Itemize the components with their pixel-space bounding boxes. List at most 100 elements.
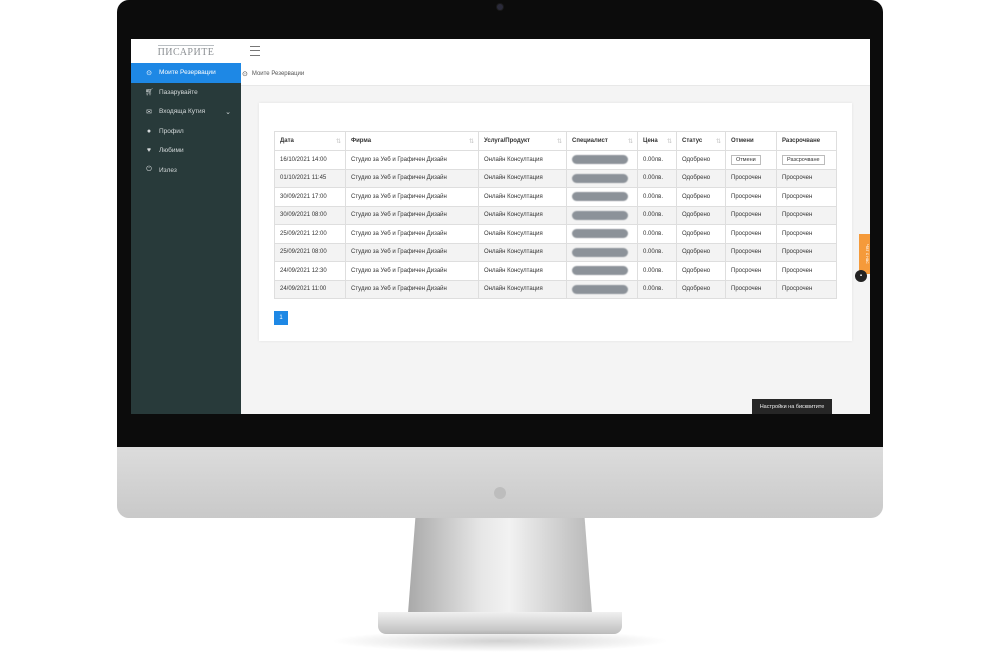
cell-status: Одобрено [676, 150, 726, 170]
logo-text: ПИСАРИТЕ [157, 44, 215, 58]
sidebar-item-label: Моите Резервации [159, 69, 216, 77]
cell-price: 0.00лв. [637, 205, 677, 225]
cell-cancel: Просрочен [725, 168, 777, 188]
sort-icon: ⇅ [627, 139, 633, 145]
hamburger-menu-icon[interactable] [250, 46, 260, 56]
column-header-company[interactable]: Фирма ⇅ [345, 131, 479, 151]
cell-defer: Просрочен [776, 224, 837, 244]
sidebar-item-label: Профил [159, 127, 184, 135]
cell-date: 24/09/2021 12:30 [274, 261, 346, 281]
sort-icon: ⇅ [666, 139, 672, 145]
cell-price: 0.00лв. [637, 279, 677, 299]
redacted-name [572, 229, 628, 239]
cell-defer: Просрочен [776, 187, 837, 207]
column-header-date[interactable]: Дата ⇅ [274, 131, 346, 151]
cell-defer: Просрочен [776, 205, 837, 225]
redacted-name [572, 192, 628, 202]
cell-specialist [566, 224, 638, 244]
table-header-row: Дата ⇅ Фирма ⇅ Услуга/Продукт ⇅ Специалист ⇅… [274, 131, 837, 151]
sort-icon: ⇅ [468, 139, 474, 145]
reservations-card: Дата ⇅ Фирма ⇅ Услуга/Продукт ⇅ Специалист ⇅… [259, 103, 852, 341]
column-header-price[interactable]: Цена ⇅ [637, 131, 677, 151]
cell-company: Студио за Уеб и Графичен Дизайн [345, 168, 479, 188]
cell-defer: Просрочен [776, 279, 837, 299]
cell-status: Одобрено [676, 242, 726, 262]
cell-status: Одобрено [676, 261, 726, 281]
cell-company: Студио за Уеб и Графичен Дизайн [345, 205, 479, 225]
cell-status: Одобрено [676, 187, 726, 207]
cell-specialist [566, 187, 638, 207]
cell-company: Студио за Уеб и Графичен Дизайн [345, 187, 479, 207]
redacted-name [572, 210, 628, 220]
column-header-status[interactable]: Статус ⇅ [676, 131, 726, 151]
cell-date: 01/10/2021 11:45 [274, 168, 346, 188]
cell-service: Онлайн Консултация [478, 224, 567, 244]
table-row: 24/09/2021 12:30 Студио за Уеб и Графиче… [274, 261, 837, 281]
cell-defer: Просрочен [776, 242, 837, 262]
clock-icon: ⊙ [242, 71, 248, 78]
chat-bubble-icon[interactable]: ▪ [855, 270, 867, 282]
sidebar-item-favorites[interactable]: ♥ Любими [131, 141, 241, 161]
cell-date: 25/09/2021 08:00 [274, 242, 346, 262]
cell-status: Одобрено [676, 224, 726, 244]
table-row: 30/09/2021 08:00 Студио за Уеб и Графиче… [274, 205, 837, 225]
sort-icon: ⇅ [335, 139, 341, 145]
clock-icon: ⊙ [146, 69, 152, 77]
top-bar [241, 39, 870, 63]
envelope-icon: ✉ [146, 108, 152, 116]
pagination-page-button[interactable]: 1 [274, 311, 288, 325]
cell-price: 0.00лв. [637, 261, 677, 281]
cell-company: Студио за Уеб и Графичен Дизайн [345, 261, 479, 281]
screen: ПИСАРИТЕ ⊙ Моите Резервации 🛒︎ Пазарувай… [131, 39, 870, 414]
cell-cancel: Просрочен [725, 279, 777, 299]
cell-service: Онлайн Консултация [478, 242, 567, 262]
sidebar-item-profile[interactable]: ● Профил [131, 122, 241, 142]
sort-icon: ⇅ [715, 139, 721, 145]
monitor-chin [117, 447, 883, 518]
cell-price: 0.00лв. [637, 224, 677, 244]
cell-specialist [566, 279, 638, 299]
cell-company: Студио за Уеб и Графичен Дизайн [345, 279, 479, 299]
sidebar-item-shop[interactable]: 🛒︎ Пазарувайте [131, 83, 241, 103]
chevron-down-icon: ⌄ [225, 108, 231, 116]
redacted-name [572, 173, 628, 183]
cell-service: Онлайн Консултация [478, 261, 567, 281]
column-header-service[interactable]: Услуга/Продукт ⇅ [478, 131, 567, 151]
cell-cancel: Просрочен [725, 261, 777, 281]
cell-cancel: Просрочен [725, 205, 777, 225]
cell-price: 0.00лв. [637, 150, 677, 170]
cell-service: Онлайн Консултация [478, 205, 567, 225]
user-icon: ● [146, 127, 152, 135]
cell-date: 16/10/2021 14:00 [274, 150, 346, 170]
table-row: 25/09/2021 12:00 Студио за Уеб и Графиче… [274, 224, 837, 244]
cell-price: 0.00лв. [637, 168, 677, 188]
brand-logo[interactable]: ПИСАРИТЕ [131, 39, 241, 63]
cell-price: 0.00лв. [637, 187, 677, 207]
cell-company: Студио за Уеб и Графичен Дизайн [345, 150, 479, 170]
redacted-name [572, 284, 628, 294]
sidebar-item-label: Входяща Кутия [159, 108, 206, 116]
cell-date: 30/09/2021 17:00 [274, 187, 346, 207]
redacted-name [572, 247, 628, 257]
sidebar-item-inbox[interactable]: ✉ Входяща Кутия ⌄ [131, 102, 241, 122]
cookie-settings-button[interactable]: Настройки на бисквитите [752, 399, 832, 414]
table-row: 30/09/2021 17:00 Студио за Уеб и Графиче… [274, 187, 837, 207]
breadcrumb-label: Моите Резервации [251, 71, 305, 77]
defer-button[interactable]: Разсрочване [782, 154, 825, 165]
cell-defer: Разсрочване [776, 150, 837, 170]
column-header-cancel: Отмени [725, 131, 777, 151]
monitor-logo [494, 487, 506, 499]
table-row: 16/10/2021 14:00 Студио за Уеб и Графиче… [274, 150, 837, 170]
sidebar-item-logout[interactable]: ⏻ Излез [131, 161, 241, 181]
cell-service: Онлайн Консултация [478, 187, 567, 207]
redacted-name [572, 266, 628, 276]
column-header-defer: Разсрочване [776, 131, 837, 151]
cancel-button[interactable]: Отмени [731, 154, 761, 165]
column-header-specialist[interactable]: Специалист ⇅ [566, 131, 638, 151]
sidebar-item-reservations[interactable]: ⊙ Моите Резервации [131, 63, 241, 83]
cell-status: Одобрено [676, 279, 726, 299]
power-icon: ⏻ [146, 166, 152, 174]
chat-tab[interactable]: Чат с нас [859, 234, 870, 274]
sidebar: ПИСАРИТЕ ⊙ Моите Резервации 🛒︎ Пазарувай… [131, 39, 241, 414]
stand-shadow [330, 630, 670, 652]
